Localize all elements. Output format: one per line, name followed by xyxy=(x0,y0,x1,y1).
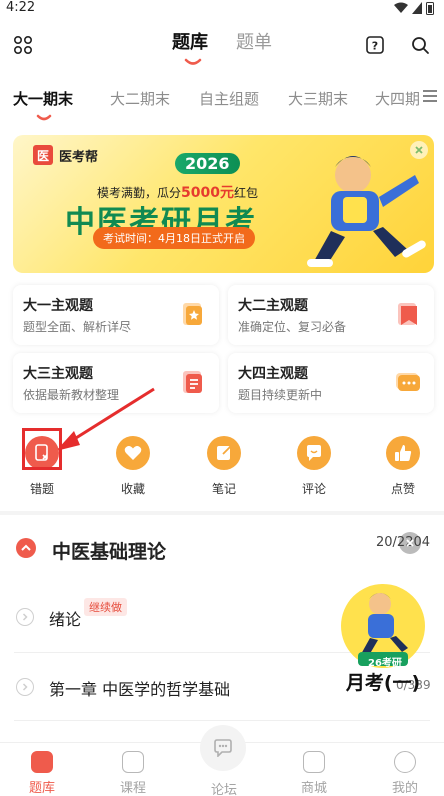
quick-likes[interactable]: 点赞 xyxy=(373,436,433,497)
question-bank-icon xyxy=(31,751,53,773)
nav-label: 题库 xyxy=(28,781,55,796)
profile-icon xyxy=(394,751,416,773)
quick-label: 错题 xyxy=(29,482,54,496)
card-title: 大三主观题 xyxy=(23,366,93,382)
sub-tabs: 大一期末 大二期末 自主组题 大三期末 大四期 xyxy=(0,80,444,116)
floating-promo-tag: 26考研 xyxy=(368,658,402,669)
heart-icon xyxy=(116,436,150,470)
menu-icon[interactable] xyxy=(422,88,438,107)
course-play-icon xyxy=(122,751,144,773)
comment-icon xyxy=(297,436,331,470)
search-icon[interactable] xyxy=(407,32,433,58)
card-year1-subjective[interactable]: 大一主观题 题型全面、解析详尽 xyxy=(13,285,219,345)
signal-icon xyxy=(412,2,422,14)
card-year4-subjective[interactable]: 大四主观题 题目持续更新中 xyxy=(228,353,434,413)
card-subtitle: 准确定位、复习必备 xyxy=(238,320,347,334)
nav-mall[interactable]: 商城 xyxy=(284,751,344,796)
active-subtab-indicator-icon xyxy=(36,114,52,121)
card-year2-subjective[interactable]: 大二主观题 准确定位、复习必备 xyxy=(228,285,434,345)
quick-favorites[interactable]: 收藏 xyxy=(103,436,163,497)
promo-banner[interactable]: 医 医考帮 2026 模考满勤，瓜分5000元红包 中医考研月考 考试时间：4月… xyxy=(13,135,434,273)
quick-label: 评论 xyxy=(301,482,326,496)
continue-badge[interactable]: 继续做 xyxy=(84,598,127,616)
nav-label: 我的 xyxy=(391,781,418,796)
quick-notes[interactable]: 笔记 xyxy=(194,436,254,497)
shop-bag-icon xyxy=(303,751,325,773)
note-icon xyxy=(207,436,241,470)
row-divider xyxy=(14,720,430,721)
bookmark-icon xyxy=(398,303,417,325)
quick-comments[interactable]: 评论 xyxy=(284,436,344,497)
chevron-right-icon xyxy=(16,608,34,626)
nav-label: 论坛 xyxy=(210,783,237,796)
chapter-label: 绪论 xyxy=(49,610,82,629)
chat-icon xyxy=(396,373,420,391)
highlight-box xyxy=(22,428,62,470)
card-subtitle: 题型全面、解析详尽 xyxy=(23,320,132,334)
quick-label: 点赞 xyxy=(390,482,415,496)
apps-grid-icon[interactable] xyxy=(10,32,36,58)
top-bar: 题库 题单 ? xyxy=(0,18,444,74)
student-illustration-icon xyxy=(307,156,426,267)
banner-close-icon[interactable] xyxy=(410,141,428,159)
quick-label: 收藏 xyxy=(120,482,145,496)
floating-close-icon[interactable] xyxy=(399,532,421,554)
floating-promo-title: 月考(一) xyxy=(345,672,421,694)
thumb-up-icon xyxy=(386,436,420,470)
top-tabs: 题库 题单 xyxy=(172,28,272,54)
card-title: 大一主观题 xyxy=(23,298,93,314)
nav-profile[interactable]: 我的 xyxy=(375,751,435,796)
collapse-chevron-icon[interactable] xyxy=(16,538,36,558)
nav-label: 商城 xyxy=(300,781,327,796)
nav-question-bank[interactable]: 题库 xyxy=(12,751,72,796)
subtab-custom[interactable]: 自主组题 xyxy=(199,88,259,109)
chapter-label: 第一章 中医学的哲学基础 xyxy=(49,680,231,699)
active-tab-indicator-icon xyxy=(184,58,202,65)
status-time: 4:22 xyxy=(6,0,36,15)
subtab-year3[interactable]: 大三期末 xyxy=(288,88,348,109)
list-doc-icon xyxy=(183,371,202,393)
quick-label: 笔记 xyxy=(211,482,236,496)
subtab-year2[interactable]: 大二期末 xyxy=(110,88,170,109)
card-title: 大二主观题 xyxy=(238,298,308,314)
section-title[interactable]: 中医基础理论 xyxy=(52,537,166,564)
banner-year: 2026 xyxy=(175,153,240,174)
wifi-icon xyxy=(394,2,408,13)
help-icon[interactable]: ? xyxy=(362,32,388,58)
banner-date: 考试时间：4月18日正式开启 xyxy=(93,227,255,249)
svg-text:?: ? xyxy=(372,40,378,53)
status-icons xyxy=(394,1,434,15)
banner-logo: 医 医考帮 xyxy=(33,145,98,165)
logo-text: 医考帮 xyxy=(59,149,99,165)
card-title: 大四主观题 xyxy=(238,366,308,382)
subtab-year1[interactable]: 大一期末 xyxy=(13,88,73,109)
star-doc-icon xyxy=(183,303,202,325)
forum-chat-icon[interactable] xyxy=(200,725,246,771)
chevron-right-icon xyxy=(16,678,34,696)
nav-label: 课程 xyxy=(119,781,146,796)
nav-courses[interactable]: 课程 xyxy=(103,751,163,796)
card-subtitle: 题目持续更新中 xyxy=(238,388,323,402)
subtab-year4[interactable]: 大四期 xyxy=(375,88,420,109)
section-divider xyxy=(0,511,444,515)
tab-question-list[interactable]: 题单 xyxy=(236,28,272,54)
status-bar: 4:22 xyxy=(0,0,444,18)
tab-question-bank[interactable]: 题库 xyxy=(172,28,208,54)
logo-mark-icon: 医 xyxy=(33,145,53,165)
floating-exam-promo[interactable]: 26考研 月考(一) xyxy=(336,582,430,694)
battery-icon xyxy=(426,2,434,15)
